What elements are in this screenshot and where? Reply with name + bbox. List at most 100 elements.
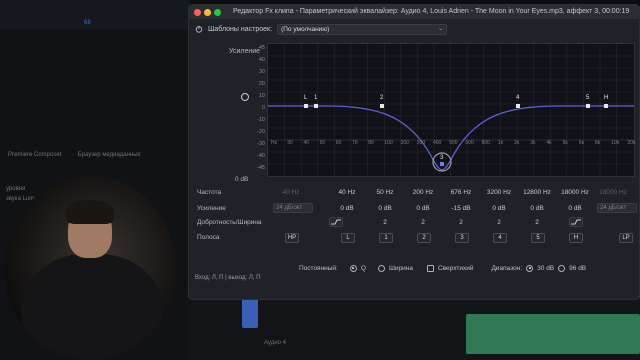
band-button-hp[interactable]: HP	[285, 233, 299, 243]
eq-graph-svg: L 1 2 3 4 5 H	[268, 44, 634, 176]
chevron-down-icon: ⌄	[438, 25, 444, 32]
eq-node-h[interactable]	[604, 104, 608, 108]
q-width-label: Добротность/Ширина	[197, 219, 262, 226]
background-top-panel	[0, 0, 190, 30]
frequency-value[interactable]: 50 Hz	[367, 189, 403, 196]
frequency-value[interactable]: 40 Hz	[273, 189, 309, 196]
band-button-l[interactable]: L	[341, 233, 355, 243]
width-radio[interactable]	[377, 264, 385, 272]
eq-node-label: H	[604, 95, 608, 101]
band-button-lp[interactable]: LP	[619, 233, 633, 243]
gain-value[interactable]: 0 dB	[329, 205, 365, 212]
frequency-tick-label: 60	[335, 140, 342, 146]
band-button-4[interactable]: 4	[493, 233, 507, 243]
q-value[interactable]: 2	[367, 219, 403, 226]
maximize-button[interactable]	[214, 9, 221, 16]
presets-value: (По умолчанию)	[281, 25, 330, 33]
db-tick-label: -45	[257, 165, 265, 171]
power-icon[interactable]	[195, 25, 203, 33]
range-96-label: 96 dB	[569, 264, 587, 272]
frequency-tick-label: 100	[384, 140, 393, 146]
band-button-3[interactable]: 3	[455, 233, 469, 243]
band-button-5[interactable]: 5	[531, 233, 545, 243]
q-value[interactable]: 2	[443, 219, 479, 226]
options-row: Постоянный: Q Ширина Сверхтихий Диапазон…	[299, 263, 586, 273]
db-tick-label: -40	[257, 153, 265, 159]
hp-slope-select[interactable]: 24 дБ/окт	[273, 203, 313, 213]
timeline-audio-clip[interactable]	[466, 314, 640, 354]
band-button-2[interactable]: 2	[417, 233, 431, 243]
frequency-tick-label: 4k	[546, 140, 552, 146]
frequency-value[interactable]: 40 Hz	[329, 189, 365, 196]
gain-value[interactable]: 0 dB	[405, 205, 441, 212]
frequency-label: Частота	[197, 189, 222, 196]
frequency-value[interactable]: 200 Hz	[405, 189, 441, 196]
frequency-value[interactable]: 18000 Hz	[595, 189, 631, 196]
gain-knob[interactable]	[241, 93, 249, 101]
frequency-tick-label: 20k	[627, 140, 636, 146]
frequency-value[interactable]: 676 Hz	[443, 189, 479, 196]
frequency-tick-label: 3k	[530, 140, 536, 146]
width-option-label: Ширина	[388, 264, 413, 272]
person-hair	[66, 200, 114, 224]
range-label: Диапазон:	[491, 264, 523, 272]
track-name: Аудио 4	[264, 340, 286, 346]
frequency-tick-label: 400	[433, 140, 442, 146]
frequency-value[interactable]: 12800 Hz	[519, 189, 555, 196]
gain-value[interactable]: 0 dB	[481, 205, 517, 212]
gain-value[interactable]: 0 dB	[519, 205, 555, 212]
db-tick-label: -30	[257, 141, 265, 147]
q-value[interactable]: 2	[481, 219, 517, 226]
eq-node-2[interactable]	[380, 104, 384, 108]
eq-graph[interactable]: L1 2 3 4 5 H	[267, 43, 635, 177]
frequency-tick-label: 80	[368, 140, 374, 146]
webcam-circle	[4, 176, 176, 360]
frequency-tick-label: 600	[465, 140, 474, 146]
eq-node-4[interactable]	[516, 104, 520, 108]
ultra-quiet-label: Сверхтихий	[437, 264, 474, 272]
minimize-button[interactable]	[204, 9, 211, 16]
close-button[interactable]	[194, 9, 201, 16]
eq-node-label: 2	[380, 95, 384, 101]
eq-node-5[interactable]	[586, 104, 590, 108]
title-bar: Редактор Fx клипа - Параметрический эква…	[189, 5, 640, 19]
q-radio[interactable]	[349, 264, 357, 272]
frequency-value[interactable]: 3200 Hz	[481, 189, 517, 196]
gain-value[interactable]: 0 dB	[367, 205, 403, 212]
db-tick-label: -20	[257, 129, 265, 135]
gain-label: Усиление	[197, 205, 226, 212]
range-96-radio[interactable]	[558, 264, 566, 272]
range-30-label: 30 dB	[537, 264, 555, 272]
presets-dropdown[interactable]: (По умолчанию) ⌄	[277, 23, 448, 35]
eq-node-label: 4	[516, 95, 520, 101]
ultra-quiet-checkbox[interactable]	[426, 264, 434, 272]
frequency-tick-label: Hz	[271, 140, 278, 146]
frequency-tick-label: 800	[481, 140, 490, 146]
gain-value[interactable]: -15 dB	[443, 205, 479, 212]
gain-value[interactable]: 0 dB	[557, 205, 593, 212]
eq-node-label: 3	[440, 155, 444, 161]
eq-node-1[interactable]	[314, 104, 318, 108]
lp-slope-select[interactable]: 24 дБ/окт	[597, 203, 637, 213]
background-label: уровня	[6, 186, 26, 192]
frequency-tick-label: 10k	[611, 140, 620, 146]
io-channels: Вход: Л, П | выход: Л, П	[195, 275, 261, 281]
high-shelf-shape-button[interactable]	[569, 217, 583, 227]
db-tick-label: -10	[257, 117, 265, 123]
fx-editor-window: Редактор Fx клипа - Параметрический эква…	[188, 4, 640, 300]
frequency-tick-label: 40	[303, 140, 309, 146]
person-body	[22, 254, 162, 360]
q-value[interactable]: 2	[519, 219, 555, 226]
presets-label: Шаблоны настроек:	[208, 25, 273, 33]
frequency-value[interactable]: 18000 Hz	[557, 189, 593, 196]
tab-media-browser[interactable]: Браузер медиаданных	[78, 152, 141, 162]
low-shelf-shape-button[interactable]	[329, 217, 343, 227]
eq-node-l[interactable]	[304, 104, 308, 108]
band-button-h[interactable]: H	[569, 233, 583, 243]
tab-premiere-composer[interactable]: Premiere Composer	[8, 152, 62, 162]
eq-node-3[interactable]	[440, 162, 444, 166]
range-30-radio[interactable]	[526, 264, 534, 272]
q-value[interactable]: 2	[405, 219, 441, 226]
band-button-1[interactable]: 1	[379, 233, 393, 243]
db-tick-label: 30	[258, 69, 265, 75]
